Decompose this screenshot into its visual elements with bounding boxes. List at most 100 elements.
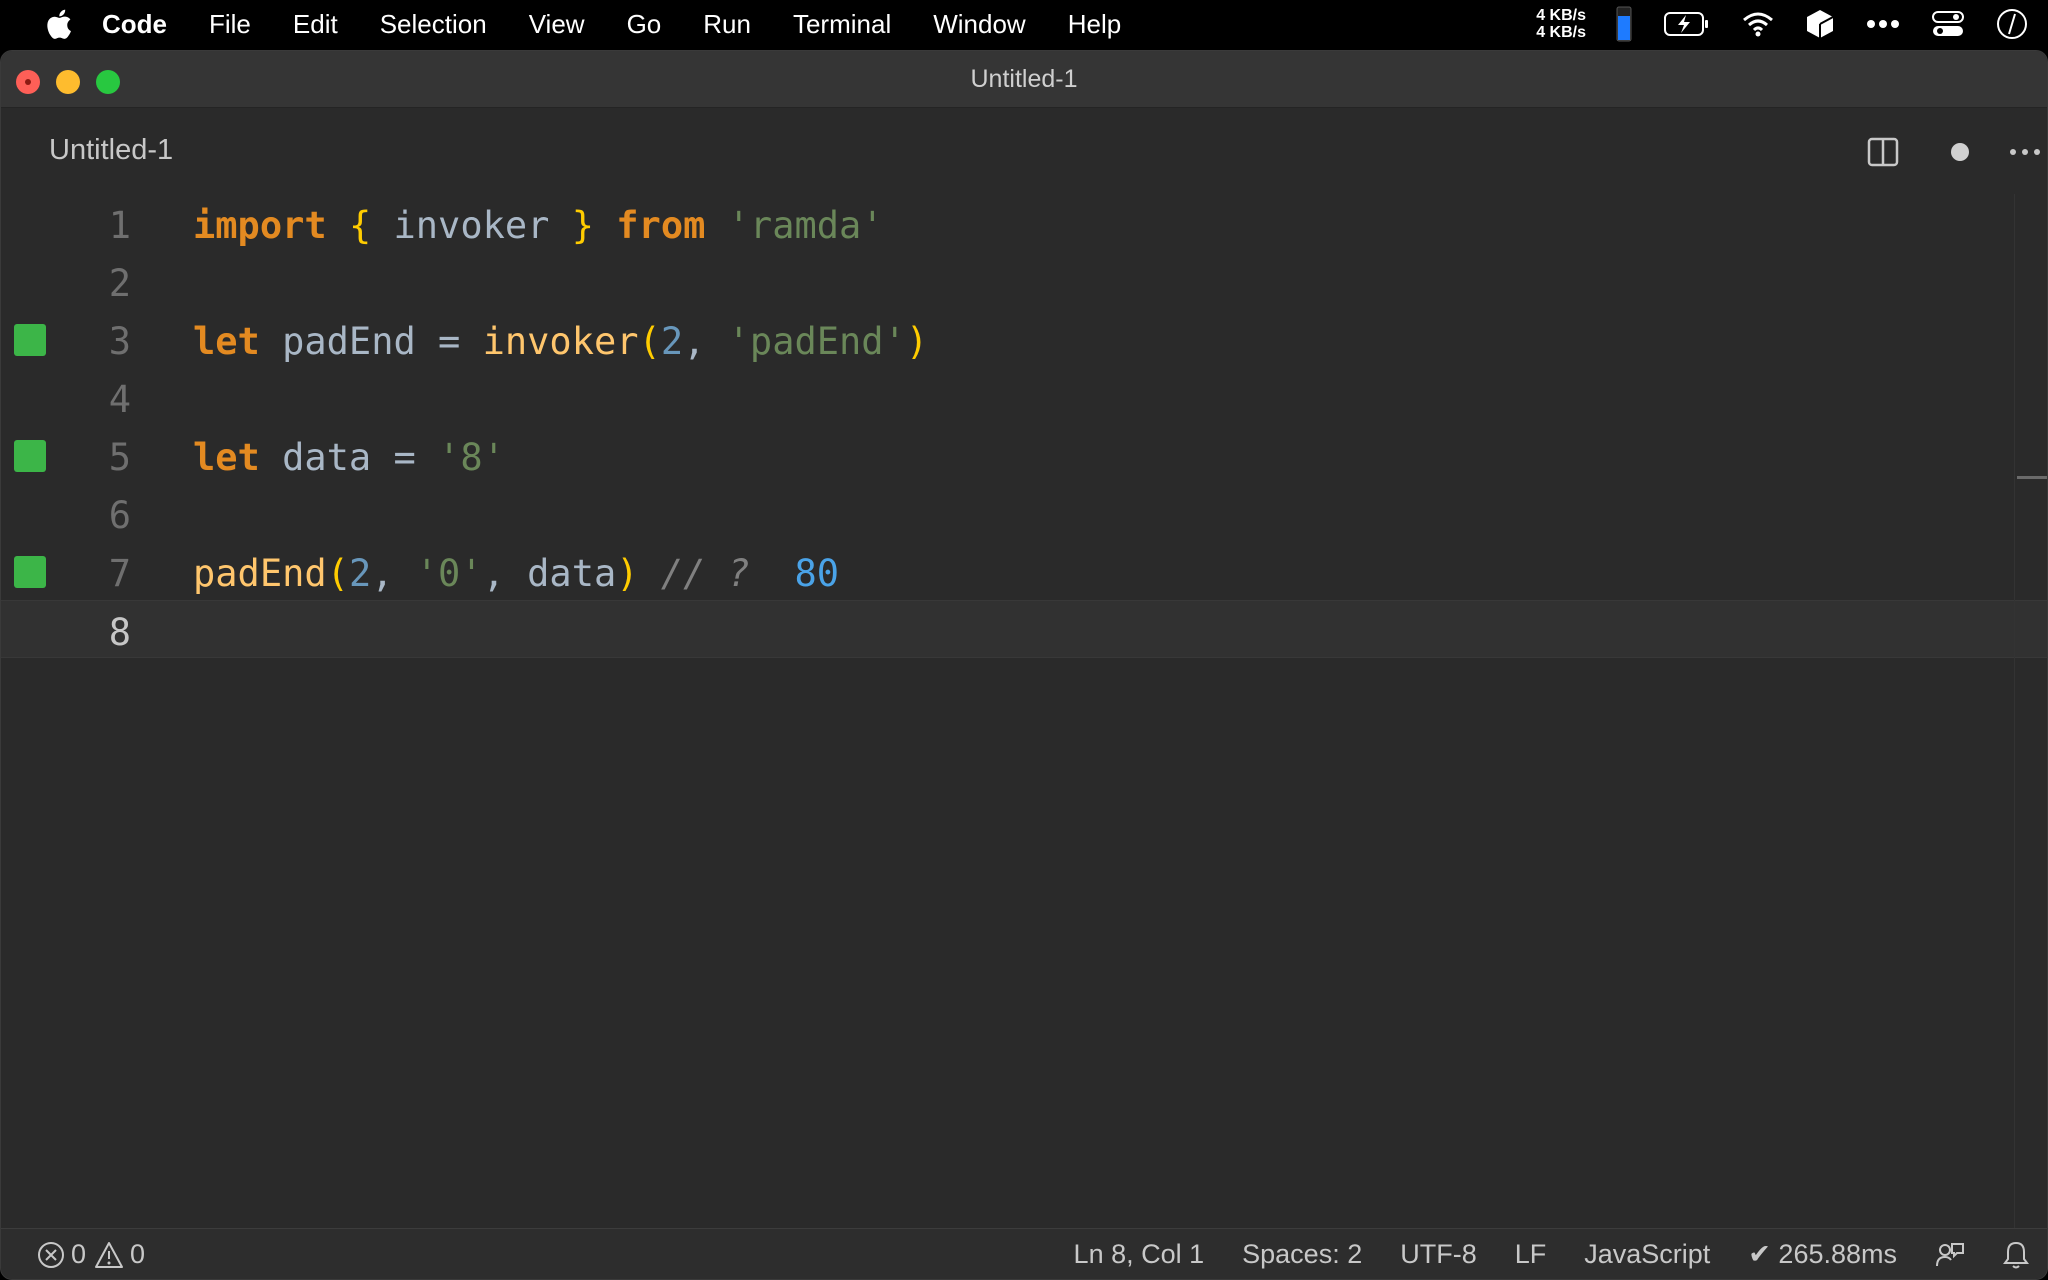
scrollbar-thumb[interactable] bbox=[2017, 476, 2047, 479]
code-token: ) bbox=[616, 552, 639, 595]
siri-icon[interactable] bbox=[1996, 8, 2028, 40]
code-token: padEnd bbox=[193, 552, 327, 595]
code-token: let bbox=[193, 436, 260, 479]
menu-run[interactable]: Run bbox=[703, 9, 751, 40]
window-title: Untitled-1 bbox=[970, 65, 1078, 93]
menu-view[interactable]: View bbox=[529, 9, 585, 40]
code-line[interactable]: 1 import { invoker } from 'ramda' bbox=[1, 194, 2047, 252]
code-line[interactable]: 5 let data = '8' bbox=[1, 426, 2047, 484]
indentation-setting[interactable]: Spaces: 2 bbox=[1242, 1239, 1362, 1270]
code-token: 2 bbox=[660, 320, 684, 363]
menu-file[interactable]: File bbox=[209, 9, 251, 40]
warning-icon bbox=[95, 1241, 124, 1268]
code-line[interactable]: 2 bbox=[1, 252, 2047, 310]
menu-terminal[interactable]: Terminal bbox=[793, 9, 891, 40]
code-token: ( bbox=[638, 320, 661, 363]
file-encoding[interactable]: UTF-8 bbox=[1400, 1239, 1477, 1270]
code-token: 80 bbox=[794, 552, 840, 595]
code-line[interactable]: 4 bbox=[1, 368, 2047, 426]
code-line[interactable]: 8 bbox=[1, 600, 2047, 658]
code-text: let padEnd = invoker(2, 'padEnd') bbox=[193, 320, 928, 363]
line-number: 4 bbox=[108, 378, 131, 421]
code-token: , bbox=[371, 552, 416, 595]
net-down-speed: 4 KB/s bbox=[1536, 24, 1586, 41]
line-number: 8 bbox=[108, 611, 131, 654]
line-number: 5 bbox=[108, 436, 131, 479]
wifi-icon[interactable] bbox=[1742, 11, 1774, 37]
battery-charging-icon[interactable] bbox=[1664, 11, 1710, 37]
cursor-position[interactable]: Ln 8, Col 1 bbox=[1074, 1239, 1205, 1270]
menu-edit[interactable]: Edit bbox=[293, 9, 338, 40]
code-token: import bbox=[193, 204, 327, 247]
editor-window: Untitled-1 Untitled-1 1 import { invoker … bbox=[0, 50, 2048, 1280]
unsaved-dot-icon[interactable] bbox=[1940, 132, 1980, 172]
code-token: invoker bbox=[482, 320, 639, 363]
code-text: import { invoker } from 'ramda' bbox=[193, 204, 884, 247]
code-text: padEnd(2, '0', data) // ? 80 bbox=[193, 552, 839, 595]
line-number: 7 bbox=[108, 552, 131, 595]
language-mode[interactable]: JavaScript bbox=[1584, 1239, 1710, 1270]
code-token: data = bbox=[259, 436, 439, 479]
error-count: 0 bbox=[71, 1239, 87, 1269]
code-token: { bbox=[348, 204, 372, 247]
menu-help[interactable]: Help bbox=[1068, 9, 1121, 40]
tab-untitled[interactable]: Untitled-1 bbox=[49, 134, 173, 167]
memory-bar-icon[interactable] bbox=[1616, 6, 1632, 42]
net-up-speed: 4 KB/s bbox=[1536, 7, 1586, 24]
code-line[interactable]: 3 let padEnd = invoker(2, 'padEnd') bbox=[1, 310, 2047, 368]
network-speed[interactable]: 4 KB/s 4 KB/s bbox=[1536, 7, 1586, 41]
code-token: } bbox=[571, 204, 594, 247]
problems-indicator[interactable]: 0 0 bbox=[37, 1239, 153, 1270]
code-token: from bbox=[616, 204, 706, 247]
code-token: , data bbox=[482, 552, 617, 595]
tab-bar: Untitled-1 bbox=[1, 108, 2047, 194]
feedback-icon[interactable] bbox=[1935, 1240, 1965, 1270]
line-number: 1 bbox=[108, 204, 131, 247]
menu-bar: Code File Edit Selection View Go Run Ter… bbox=[0, 0, 2048, 48]
scrollbar-track[interactable] bbox=[2014, 194, 2015, 1274]
code-token: let bbox=[193, 320, 260, 363]
more-icon[interactable] bbox=[1866, 19, 1900, 29]
status-bar: 0 0 Ln 8, Col 1 Spaces: 2 UTF-8 LF JavaS… bbox=[1, 1228, 2047, 1279]
notifications-bell-icon[interactable] bbox=[2003, 1240, 2029, 1270]
code-line[interactable]: 7 padEnd(2, '0', data) // ? 80 bbox=[1, 542, 2047, 600]
coverage-marker bbox=[14, 556, 46, 588]
code-token: '0' bbox=[415, 552, 483, 595]
code-line[interactable]: 6 bbox=[1, 484, 2047, 542]
code-token: // ? bbox=[660, 552, 750, 595]
more-actions-icon[interactable] bbox=[1995, 132, 2047, 172]
code-editor[interactable]: 1 import { invoker } from 'ramda' 2 3 let pa… bbox=[1, 194, 2047, 1274]
line-number: 6 bbox=[108, 494, 131, 537]
error-icon bbox=[38, 1241, 64, 1268]
code-token: ( bbox=[326, 552, 349, 595]
code-token: 'ramda' bbox=[727, 204, 884, 247]
code-token: padEnd = bbox=[259, 320, 483, 363]
title-bar[interactable]: Untitled-1 bbox=[1, 51, 2047, 108]
menu-app-name[interactable]: Code bbox=[102, 9, 167, 40]
code-token: '8' bbox=[438, 436, 505, 479]
code-token: invoker bbox=[371, 204, 572, 247]
code-token: 2 bbox=[348, 552, 372, 595]
line-number: 3 bbox=[108, 320, 131, 363]
code-token: ) bbox=[905, 320, 929, 363]
code-token: 'padEnd' bbox=[727, 320, 906, 363]
split-editor-icon[interactable] bbox=[1863, 132, 1903, 172]
extension-icon[interactable] bbox=[1806, 9, 1834, 39]
code-token: , bbox=[683, 320, 728, 363]
code-text: let data = '8' bbox=[193, 436, 505, 479]
status-menu-area: 4 KB/s 4 KB/s bbox=[1536, 0, 2048, 48]
warning-count: 0 bbox=[130, 1239, 146, 1269]
menu-window[interactable]: Window bbox=[933, 9, 1025, 40]
coverage-marker bbox=[14, 324, 46, 356]
quokka-timing[interactable]: ✔ 265.88ms bbox=[1748, 1239, 1897, 1270]
apple-icon[interactable] bbox=[42, 7, 74, 41]
menu-go[interactable]: Go bbox=[627, 9, 662, 40]
coverage-marker bbox=[14, 440, 46, 472]
line-ending[interactable]: LF bbox=[1515, 1239, 1547, 1270]
menu-selection[interactable]: Selection bbox=[380, 9, 487, 40]
control-center-icon[interactable] bbox=[1932, 10, 1964, 38]
